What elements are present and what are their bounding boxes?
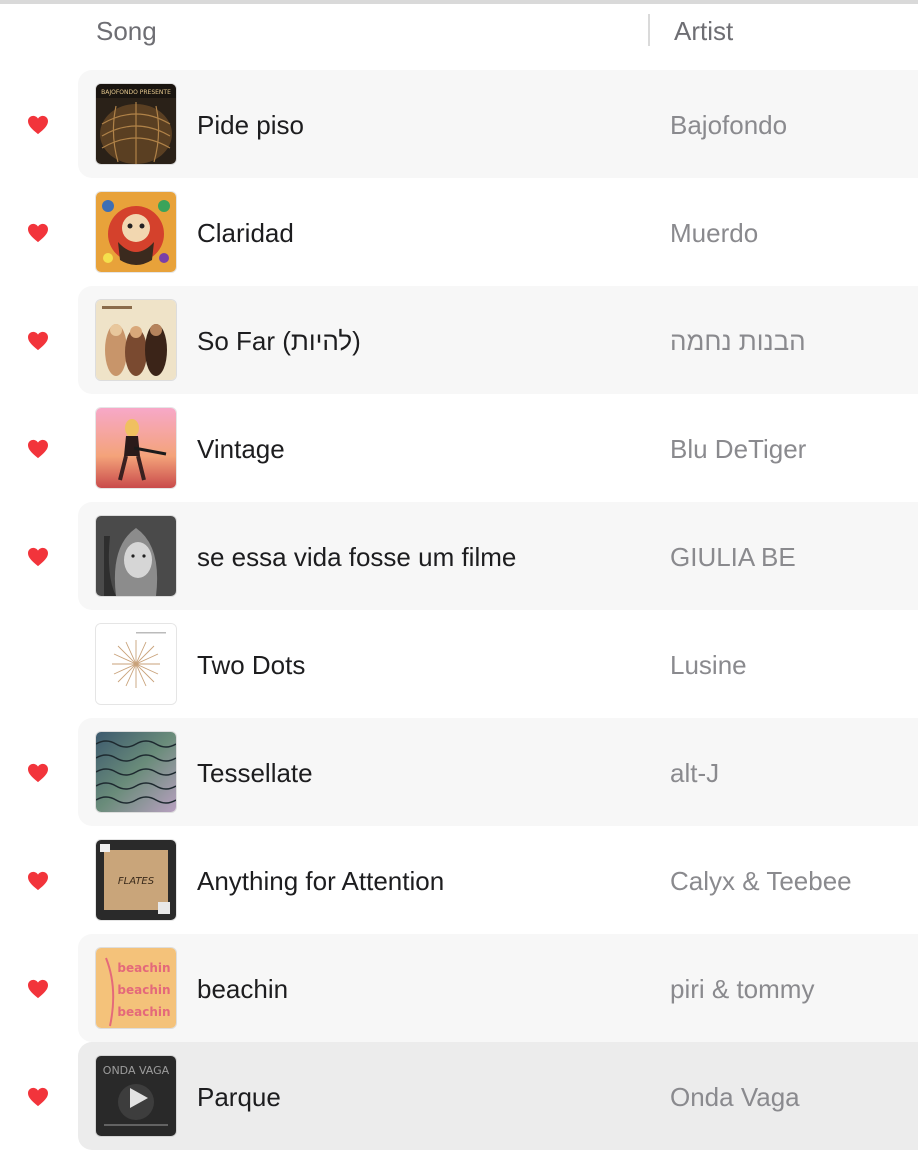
song-artist[interactable]: Blu DeTiger — [670, 434, 806, 465]
album-artwork[interactable] — [96, 408, 176, 488]
song-row[interactable]: FLATES Anything for Attention Calyx & Te… — [0, 826, 918, 934]
heart-icon[interactable] — [27, 979, 49, 999]
album-artwork-label: beachin — [117, 961, 170, 975]
song-row[interactable]: Vintage Blu DeTiger — [0, 394, 918, 502]
heart-icon[interactable] — [27, 331, 49, 351]
song-artist[interactable]: piri & tommy — [670, 974, 814, 1005]
song-list: BAJOFONDO PRESENTE Pide piso Bajofondo C… — [0, 70, 918, 1150]
song-artist[interactable]: GIULIA BE — [670, 542, 796, 573]
song-row[interactable]: Tessellate alt-J — [0, 718, 918, 826]
song-row[interactable]: beachin beachin beachin beachin piri & t… — [0, 934, 918, 1042]
song-artist[interactable]: Lusine — [670, 650, 747, 681]
album-artwork-label: BAJOFONDO PRESENTE — [101, 89, 171, 96]
column-header-song[interactable]: Song — [96, 16, 157, 47]
album-artwork[interactable]: BAJOFONDO PRESENTE — [96, 84, 176, 164]
song-title: Two Dots — [197, 650, 306, 680]
song-title: se essa vida fosse um filme — [197, 542, 517, 572]
album-artwork[interactable]: FLATES — [96, 840, 176, 920]
song-artist[interactable]: Calyx & Teebee — [670, 866, 852, 897]
column-divider[interactable] — [648, 14, 650, 46]
song-artist[interactable]: הבנות נחמה — [670, 326, 806, 357]
song-row[interactable]: se essa vida fosse um filme GIULIA BE — [0, 502, 918, 610]
album-artwork[interactable] — [96, 516, 176, 596]
heart-icon[interactable] — [27, 547, 49, 567]
song-title: Vintage — [197, 434, 285, 464]
song-row[interactable]: So Far (להיות) הבנות נחמה — [0, 286, 918, 394]
song-row[interactable]: Claridad Muerdo — [0, 178, 918, 286]
song-title: So Far (להיות) — [197, 326, 361, 356]
song-artist[interactable]: Onda Vaga — [670, 1082, 800, 1113]
table-header: Song Artist — [0, 4, 918, 66]
song-title: Pide piso — [197, 110, 304, 140]
song-title: Claridad — [197, 218, 294, 248]
heart-icon[interactable] — [27, 223, 49, 243]
heart-icon[interactable] — [27, 115, 49, 135]
heart-icon[interactable] — [27, 763, 49, 783]
song-row[interactable]: Two Dots Lusine — [0, 610, 918, 718]
heart-icon[interactable] — [27, 439, 49, 459]
column-header-artist[interactable]: Artist — [674, 16, 733, 47]
album-artwork[interactable]: beachin beachin beachin — [96, 948, 176, 1028]
song-title: Tessellate — [197, 758, 313, 788]
song-artist[interactable]: alt-J — [670, 758, 719, 789]
heart-icon[interactable] — [27, 871, 49, 891]
album-artwork[interactable]: ONDA VAGA — [96, 1056, 176, 1136]
heart-icon[interactable] — [27, 1087, 49, 1107]
album-artwork-label: FLATES — [118, 876, 155, 887]
song-title: beachin — [197, 974, 289, 1004]
song-row-selected[interactable]: ONDA VAGA Parque Onda Vaga — [0, 1042, 918, 1150]
album-artwork[interactable] — [96, 192, 176, 272]
album-artwork-label: beachin — [117, 1005, 170, 1019]
album-artwork[interactable] — [96, 732, 176, 812]
album-artwork-label: beachin — [117, 983, 170, 997]
song-title: Parque — [197, 1082, 281, 1112]
song-row[interactable]: BAJOFONDO PRESENTE Pide piso Bajofondo — [0, 70, 918, 178]
album-artwork[interactable] — [96, 624, 176, 704]
album-artwork[interactable] — [96, 300, 176, 380]
song-artist[interactable]: Muerdo — [670, 218, 758, 249]
song-artist[interactable]: Bajofondo — [670, 110, 787, 141]
song-title: Anything for Attention — [197, 866, 445, 896]
